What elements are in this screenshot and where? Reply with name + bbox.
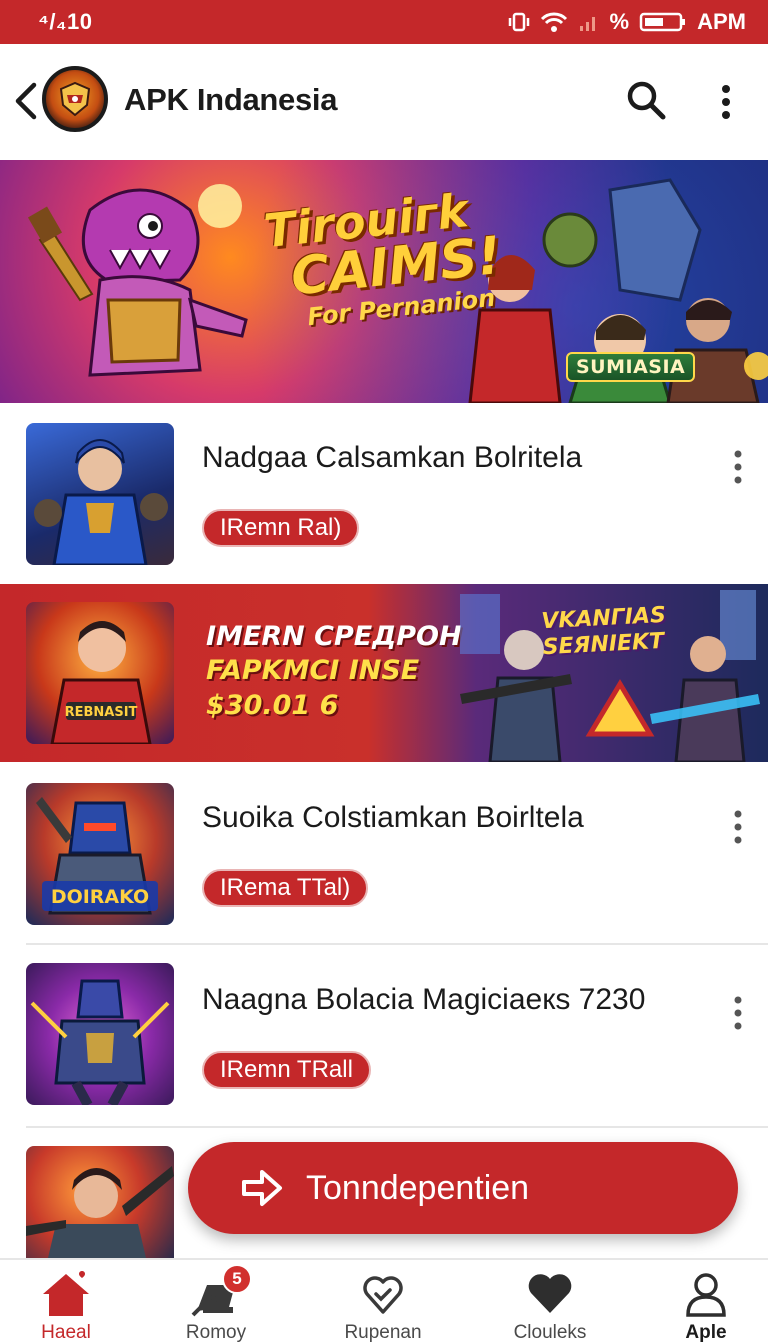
search-icon [627,81,666,120]
nav-label-cart: Romoy [185,1322,247,1343]
game-title: Nadgaa Calsamkan Bolritela [202,441,583,474]
nav-item-cart[interactable]: 5 Romoy [146,1260,286,1344]
primary-action-button[interactable]: Tonndepentien [188,1142,738,1234]
cell-signal-icon [579,17,595,31]
armored-heroine-art [34,439,168,565]
primary-action-label: Tonndepentien [306,1168,530,1207]
masked-warrior-art: DOIRAKO [36,797,158,915]
more-vertical-icon [734,450,742,484]
more-vertical-icon [734,996,742,1030]
row-overflow-button[interactable] [724,445,752,489]
nav-label-home: Haeal [41,1322,91,1343]
hero-headline: Tirouiгk CAIMS! For Pernanion [262,183,507,336]
game-thumbnail [26,963,174,1105]
list-item[interactable]: Naagna Bolacia Magiciaeкs 7230 IRemn TRa… [0,945,768,1125]
hero-game-logo-badge: SUMIASIA [566,352,696,382]
promo-price: $30.01 6 [206,690,339,721]
signal-vibrate-icon [508,12,529,32]
battery-icon [639,12,686,32]
app-logo [42,66,108,132]
status-bar: ⁴/₄10 % APM [0,0,768,44]
monster-character-art [27,184,248,377]
nav-label-profile: Aple [685,1322,727,1343]
status-time: ⁴/₄10 [38,9,93,34]
game-thumbnail [26,423,174,565]
gunner-character-art [26,1166,174,1258]
wifi-icon [540,12,567,32]
battery-percent-glyph: % [609,9,630,34]
promo-banner[interactable]: REBNASIT IMERN CPEДPOH FAPKMCI INSE $30.… [0,584,768,762]
more-vertical-icon [722,85,730,119]
heart-icon [522,1268,578,1320]
hero-character-art: REBNASIT [50,621,152,744]
promo-game-logo: VKANГIAS SEЯNIEKT [541,603,668,661]
promo-thumbnail: REBNASIT [26,602,174,744]
row-overflow-button[interactable] [724,805,752,849]
chevron-left-icon [15,82,37,120]
arrow-right-icon [242,1170,282,1206]
promo-headline-line1: IMERN CPEДPOH [206,621,462,652]
app-title: APK Indanesia [124,82,338,117]
back-button[interactable] [8,78,42,124]
game-thumbnail[interactable] [26,1146,174,1258]
promo-headline: IMERN CPEДPOH FAPKMCI INSE $30.01 6 [206,620,462,724]
bottom-navigation: Haeal 5 Romoy Rupenan Clouleks Aple [0,1258,768,1344]
network-label: APM [697,9,746,34]
app-bar: APK Indanesia [0,44,768,160]
cart-badge: 5 [222,1264,252,1294]
nav-label-favorites: Clouleks [513,1322,587,1343]
status-chip[interactable]: IRemn Ral) [202,509,360,547]
status-chip[interactable]: IRemn TRall [202,1051,371,1089]
nav-item-profile[interactable]: Aple [636,1260,768,1344]
helmet-icon [59,81,91,117]
nav-item-favorites[interactable]: Clouleks [480,1260,620,1344]
status-icons: % APM [508,9,746,35]
game-title: Suoika Colstiamkan Boirltela [202,801,584,834]
promo-thumb-caption: REBNASIT [65,705,138,720]
cart-icon: 5 [188,1264,252,1320]
more-vertical-icon [734,810,742,844]
heart-check-icon [355,1268,411,1320]
armored-soldier-art [30,979,170,1105]
nav-item-saved[interactable]: Rupenan [313,1260,453,1344]
divider [26,1126,768,1128]
row-overflow-button[interactable] [724,991,752,1035]
game-thumbnail: DOIRAKO [26,783,174,925]
home-icon [38,1268,94,1320]
profile-icon [678,1268,734,1320]
promo-headline-line2: FAPKMCI INSE [206,655,420,686]
game-title: Naagna Bolacia Magiciaeкs 7230 [202,983,646,1016]
overflow-menu-button[interactable] [706,80,746,124]
thumb-caption: DOIRAKO [51,886,149,908]
nav-item-home[interactable]: Haeal [0,1260,136,1344]
nav-label-saved: Rupenan [344,1322,422,1343]
list-item[interactable]: Nadgaa Calsamkan Bolritela IRemn Ral) [0,403,768,583]
list-item[interactable]: DOIRAKO Suoika Colstiamkan Boirltela IRe… [0,763,768,943]
status-chip[interactable]: IRema TTal) [202,869,369,907]
search-button[interactable] [622,76,670,124]
